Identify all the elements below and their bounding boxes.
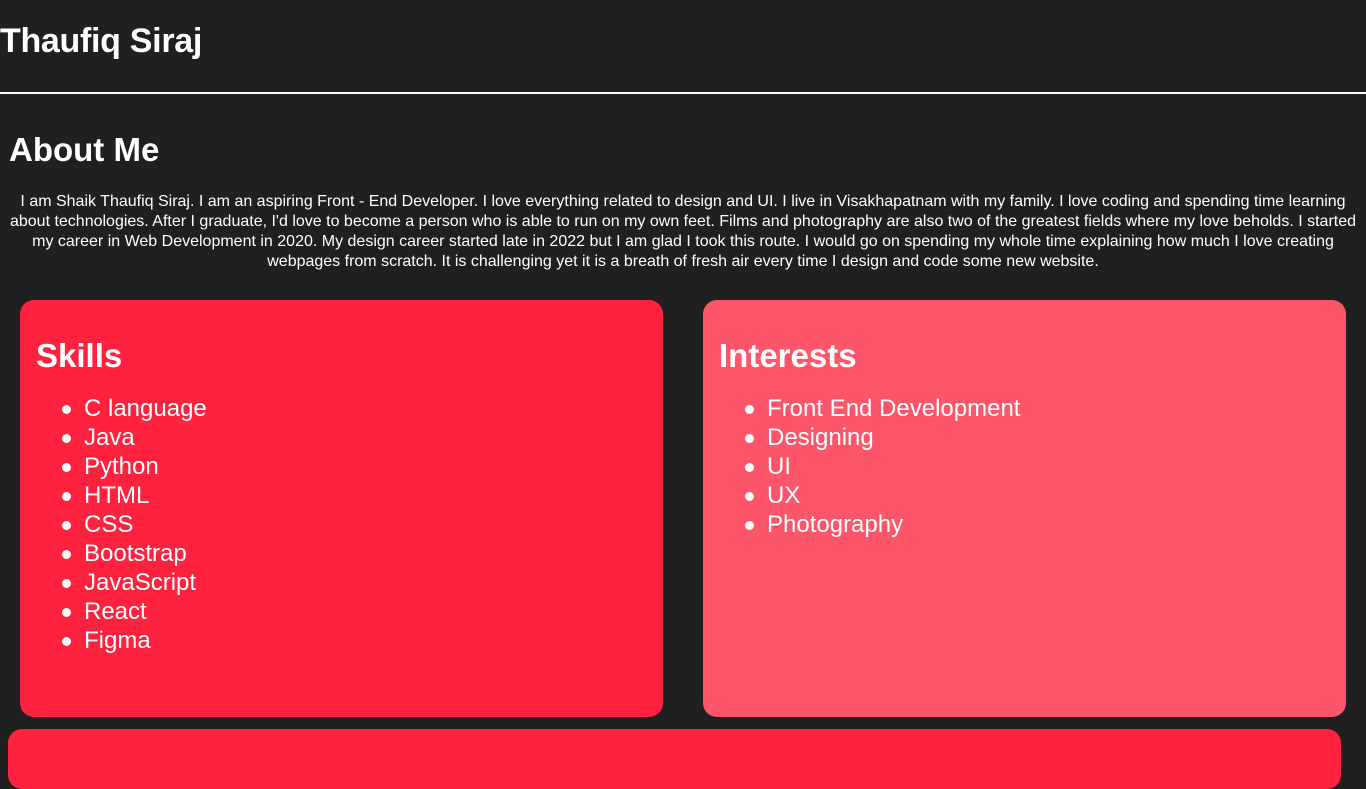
interest-item: UX <box>745 481 1330 510</box>
interest-item: Front End Development <box>745 394 1330 423</box>
skills-list: C language Java Python HTML CSS Bootstra… <box>36 394 647 655</box>
skill-item: React <box>62 597 647 626</box>
skill-item: HTML <box>62 481 647 510</box>
interest-item: Designing <box>745 423 1330 452</box>
skill-item: Python <box>62 452 647 481</box>
next-section-card <box>8 729 1341 789</box>
skill-item: Java <box>62 423 647 452</box>
interests-list: Front End Development Designing UI UX Ph… <box>719 394 1330 539</box>
skills-card: Skills C language Java Python HTML CSS B… <box>20 300 663 717</box>
interests-heading: Interests <box>719 337 857 374</box>
site-title: Thaufiq Siraj <box>0 22 203 60</box>
skill-item: JavaScript <box>62 568 647 597</box>
skills-heading: Skills <box>36 337 123 374</box>
skill-item: Bootstrap <box>62 539 647 568</box>
skill-item: CSS <box>62 510 647 539</box>
interest-item: UI <box>745 452 1330 481</box>
site-header: Thaufiq Siraj <box>0 0 1366 94</box>
interests-card: Interests Front End Development Designin… <box>703 300 1346 717</box>
skill-item: Figma <box>62 626 647 655</box>
about-paragraph: I am Shaik Thaufiq Siraj. I am an aspiri… <box>9 193 1357 270</box>
skill-item: C language <box>62 394 647 423</box>
about-heading: About Me <box>9 131 160 168</box>
interest-item: Photography <box>745 510 1330 539</box>
